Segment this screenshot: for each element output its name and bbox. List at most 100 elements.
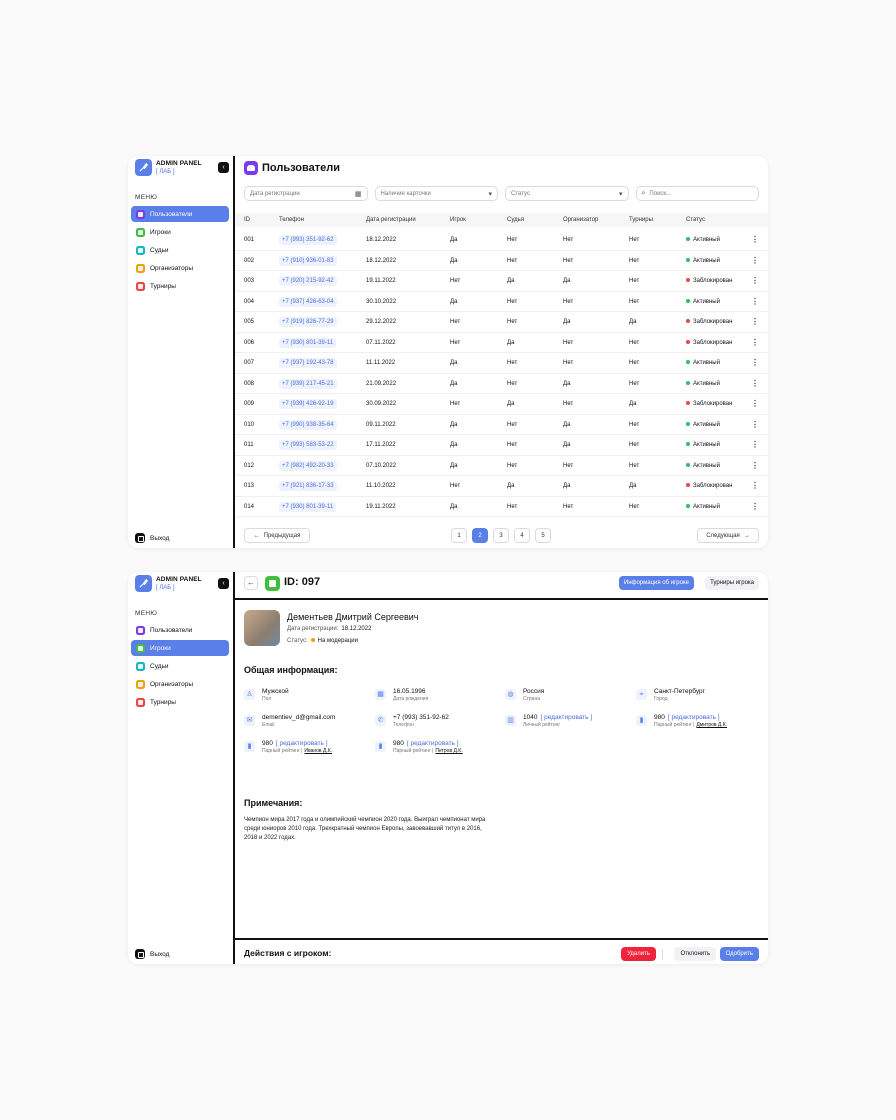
phone-link[interactable]: +7 (930) 801-39-11	[279, 501, 337, 512]
date-filter[interactable]: Дата регистрации ▦	[244, 186, 368, 201]
row-menu-icon[interactable]: ⋮	[751, 476, 759, 496]
page-button[interactable]: 3	[493, 528, 509, 543]
partner-link[interactable]: Дмитров Д.К.	[696, 722, 727, 728]
back-button[interactable]: ←	[244, 576, 258, 590]
row-menu-icon[interactable]: ⋮	[751, 271, 759, 291]
table-row[interactable]: 004 +7 (937) 426-63-04 30.10.2022 Да Нет Нет Н…	[235, 292, 768, 312]
phone-link[interactable]: +7 (919) 826-77-29	[279, 317, 337, 327]
phone-link[interactable]: +7 (930) 801-39-11	[279, 337, 337, 348]
collapse-sidebar-button[interactable]: ‹	[218, 578, 229, 589]
logout-button[interactable]: Выход	[135, 949, 169, 959]
table-row[interactable]: 002 +7 (910) 936-01-83 18.12.2022 Да Нет Нет Н…	[235, 251, 768, 271]
row-menu-icon[interactable]: ⋮	[751, 497, 759, 517]
sidebar-item-judges[interactable]: Судьи	[131, 658, 229, 674]
table-row[interactable]: 012 +7 (982) 492-20-33 07.10.2022 Да Нет Нет Н…	[235, 456, 768, 476]
row-menu-icon[interactable]: ⋮	[751, 456, 759, 476]
row-menu-icon[interactable]: ⋮	[751, 251, 759, 271]
table-row[interactable]: 013 +7 (921) 836-17-33 11.10.2022 Нет Да Да Да…	[235, 476, 768, 497]
page-button-current[interactable]: 2	[472, 528, 488, 543]
sidebar-item-players[interactable]: Игроки	[131, 224, 229, 240]
card-filter[interactable]: Наличие карточки ▾	[374, 186, 498, 201]
phone-link[interactable]: +7 (982) 492-20-33	[279, 460, 337, 471]
page-button[interactable]: 5	[535, 528, 551, 543]
collapse-sidebar-button[interactable]: ‹	[218, 162, 229, 173]
sidebar-item-tournaments[interactable]: Турниры	[131, 278, 229, 294]
info-value-text: 1040	[523, 714, 538, 721]
logout-button[interactable]: Выход	[135, 533, 169, 543]
page-button[interactable]: 4	[514, 528, 530, 543]
row-menu-icon[interactable]: ⋮	[751, 312, 759, 332]
row-menu-icon[interactable]: ⋮	[751, 292, 759, 312]
player-status: Статус: На модерации	[287, 638, 358, 644]
status-dot	[686, 298, 690, 303]
row-menu-icon[interactable]: ⋮	[751, 394, 759, 414]
table-row[interactable]: 008 +7 (939) 217-45-21 21.09.2022 Да Нет Да Не…	[235, 374, 768, 394]
sidebar-item-organizers[interactable]: Организаторы	[131, 260, 229, 276]
phone-link[interactable]: +7 (993) 351-92-62	[279, 235, 337, 245]
phone-link[interactable]: +7 (939) 217-45-21	[279, 378, 337, 389]
sidebar-item-judges[interactable]: Судьи	[131, 242, 229, 258]
briefcase-icon	[136, 263, 145, 273]
table-row[interactable]: 003 +7 (920) 215-92-42 19.11.2022 Нет Да Да Не…	[235, 271, 768, 292]
row-menu-icon[interactable]: ⋮	[751, 374, 759, 394]
approve-button[interactable]: Одобрить	[719, 947, 759, 961]
table-cell: 11.10.2022	[366, 483, 396, 489]
phone-link[interactable]: +7 (937) 426-63-04	[279, 296, 337, 307]
info-label: Дата рождения	[393, 696, 428, 702]
table-row[interactable]: 007 +7 (937) 192-43-78 11.11.2022 Да Нет Нет Н…	[235, 353, 768, 374]
column-header: Организатор	[563, 217, 599, 223]
partner-link[interactable]: Иванов Д.К.	[304, 748, 332, 754]
phone-link[interactable]: +7 (921) 836-17-33	[279, 481, 337, 491]
search-input[interactable]: ⌕ Поиск...	[635, 186, 759, 201]
sidebar-item-users[interactable]: Пользователи	[131, 622, 229, 638]
edit-rating-link[interactable]: [ редактировать ]	[407, 740, 459, 747]
phone-link[interactable]: +7 (910) 936-01-83	[279, 255, 337, 266]
page-button[interactable]: 1	[451, 528, 467, 543]
prev-page-button[interactable]: ← Предыдущая	[244, 528, 310, 543]
sidebar-item-organizers[interactable]: Организаторы	[131, 676, 229, 692]
edit-rating-link[interactable]: [ редактировать ]	[276, 740, 328, 747]
row-menu-icon[interactable]: ⋮	[751, 333, 759, 353]
tab-player-info[interactable]: Информация об игроке	[618, 576, 694, 590]
table-cell: Да	[450, 462, 458, 469]
table-cell: 18.12.2022	[366, 257, 397, 264]
phone-link[interactable]: +7 (993) 583-53-22	[279, 440, 337, 450]
table-row[interactable]: 006 +7 (930) 801-39-11 07.11.2022 Нет Да Нет Н…	[235, 333, 768, 353]
partner-link[interactable]: Петров Д.К.	[435, 748, 462, 754]
row-menu-icon[interactable]: ⋮	[751, 415, 759, 435]
delete-button[interactable]: Удалить	[621, 947, 656, 961]
tab-player-tournaments[interactable]: Турниры игрока	[705, 576, 759, 590]
next-page-button[interactable]: Следующая →	[697, 528, 759, 543]
trophy-icon	[136, 281, 145, 291]
table-cell: Да	[507, 401, 515, 407]
table-cell: Нет	[507, 298, 518, 305]
table-cell: Нет	[629, 442, 640, 448]
status-badge: Заблокирован	[686, 394, 732, 414]
status-dot	[686, 442, 690, 447]
edit-rating-link[interactable]: [ редактировать ]	[668, 714, 720, 721]
phone-link[interactable]: +7 (990) 938-35-64	[279, 419, 337, 430]
phone-link[interactable]: +7 (937) 192-43-78	[279, 358, 337, 368]
row-menu-icon[interactable]: ⋮	[751, 353, 759, 373]
table-cell: Нет	[450, 319, 461, 325]
column-header: Статус	[686, 217, 705, 223]
sidebar-item-players[interactable]: Игроки	[131, 640, 229, 656]
edit-rating-link[interactable]: [ редактировать ]	[540, 714, 592, 721]
row-menu-icon[interactable]: ⋮	[751, 435, 759, 455]
table-row[interactable]: 011 +7 (993) 583-53-22 17.11.2022 Да Нет Да Не…	[235, 435, 768, 456]
user-icon: ♙	[244, 689, 255, 700]
row-menu-icon[interactable]: ⋮	[751, 230, 759, 250]
phone-link[interactable]: +7 (920) 215-92-42	[279, 276, 337, 286]
phone-link[interactable]: +7 (939) 426-92-19	[279, 399, 337, 409]
table-row[interactable]: 009 +7 (939) 426-92-19 30.09.2022 Нет Да Нет Д…	[235, 394, 768, 415]
table-cell: 11.11.2022	[366, 360, 396, 366]
table-row[interactable]: 010 +7 (990) 938-35-64 09.11.2022 Да Нет Да Не…	[235, 415, 768, 435]
table-row[interactable]: 005 +7 (919) 826-77-29 29.12.2022 Нет Нет Да Д…	[235, 312, 768, 333]
sidebar-item-tournaments[interactable]: Турниры	[131, 694, 229, 710]
status-label: Статус:	[287, 638, 308, 644]
status-filter[interactable]: Статус ▾	[505, 186, 629, 201]
sidebar-item-users[interactable]: Пользователи	[131, 206, 229, 222]
table-row[interactable]: 001 +7 (993) 351-92-62 18.12.2022 Да Нет Нет Н…	[235, 230, 768, 251]
reject-button[interactable]: Отклонить	[674, 947, 716, 961]
table-row[interactable]: 014 +7 (930) 801-39-11 19.11.2022 Да Нет Нет Н…	[235, 497, 768, 517]
